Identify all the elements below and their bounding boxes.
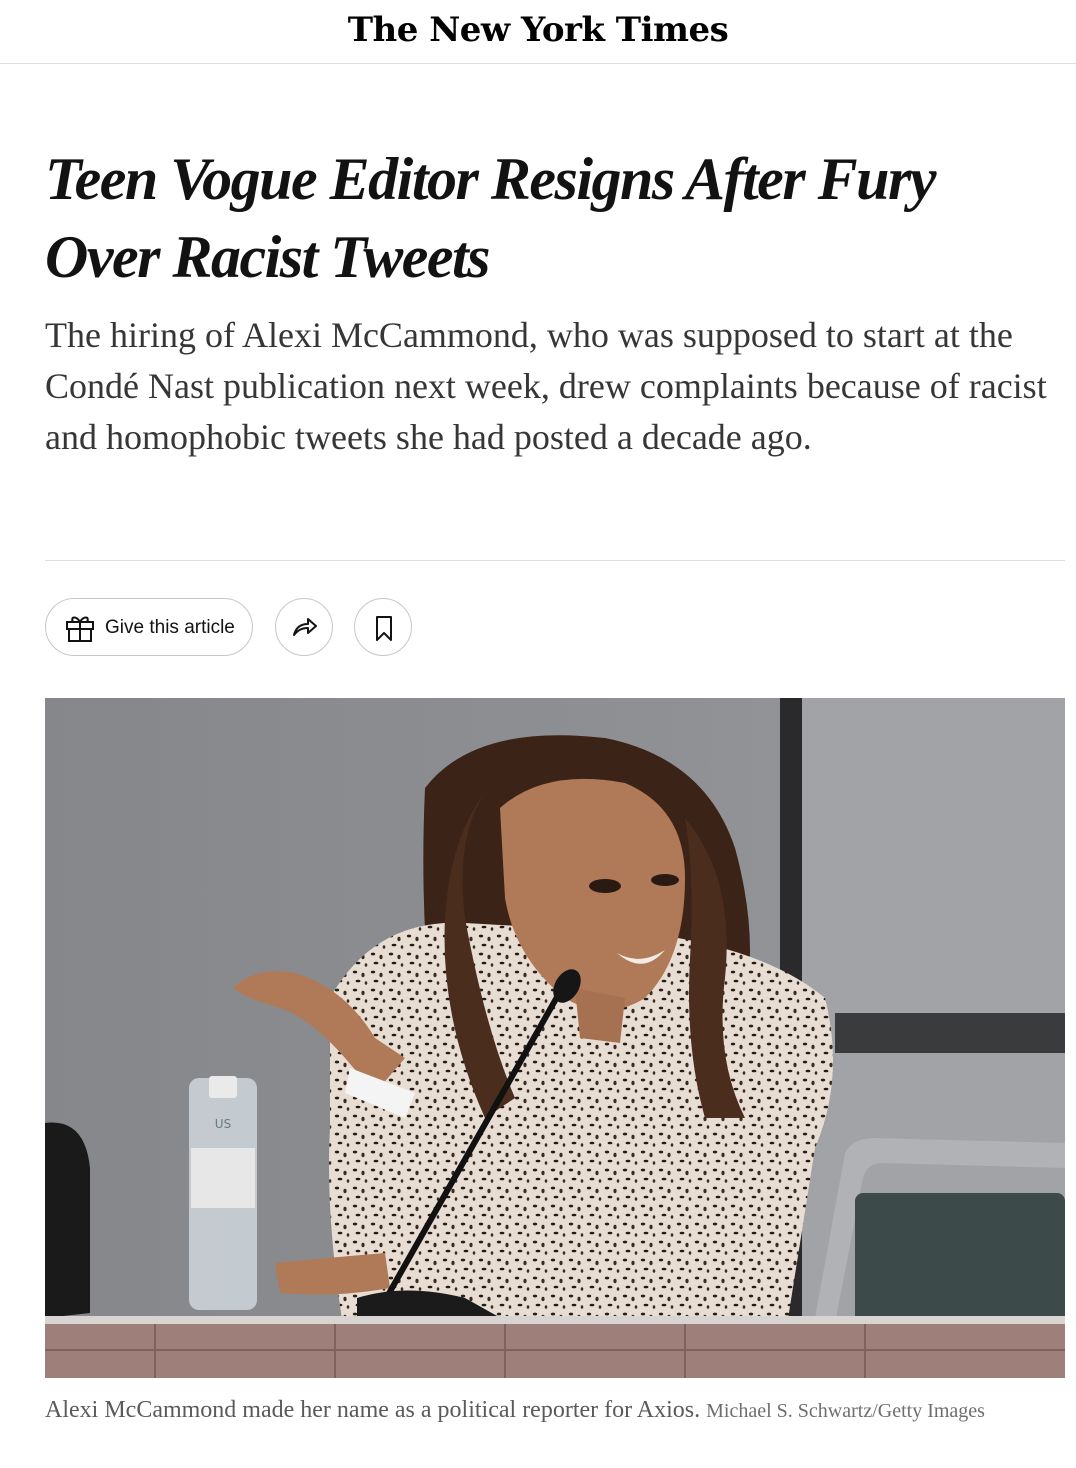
gift-icon xyxy=(64,612,96,644)
photo-illustration: US xyxy=(45,698,1065,1378)
give-article-label: Give this article xyxy=(105,617,235,638)
save-button[interactable] xyxy=(354,598,412,656)
share-button[interactable] xyxy=(275,598,333,656)
headline-line-2: Over Racist Tweets xyxy=(45,224,491,290)
headline-line-1: Teen Vogue Editor Resigns After Fury xyxy=(45,146,937,212)
article-photo: US xyxy=(45,698,1065,1378)
photo-credit: Michael S. Schwartz/Getty Images xyxy=(706,1400,985,1422)
masthead: The New York Times xyxy=(0,0,1076,64)
divider xyxy=(45,560,1065,561)
article-headline: Teen Vogue Editor Resigns After Fury Over… xyxy=(45,140,1045,296)
bottle-label-text: US xyxy=(215,1117,231,1131)
give-article-button[interactable]: Give this article xyxy=(45,598,253,656)
share-toolbar: Give this article xyxy=(45,598,645,656)
article-summary: The hiring of Alexi McCammond, who was s… xyxy=(45,315,1047,457)
caption-text: Alexi McCammond made her name as a polit… xyxy=(45,1397,701,1423)
nyt-logo[interactable]: The New York Times xyxy=(0,8,1076,52)
photo-caption: Alexi McCammond made her name as a polit… xyxy=(45,1394,1045,1427)
